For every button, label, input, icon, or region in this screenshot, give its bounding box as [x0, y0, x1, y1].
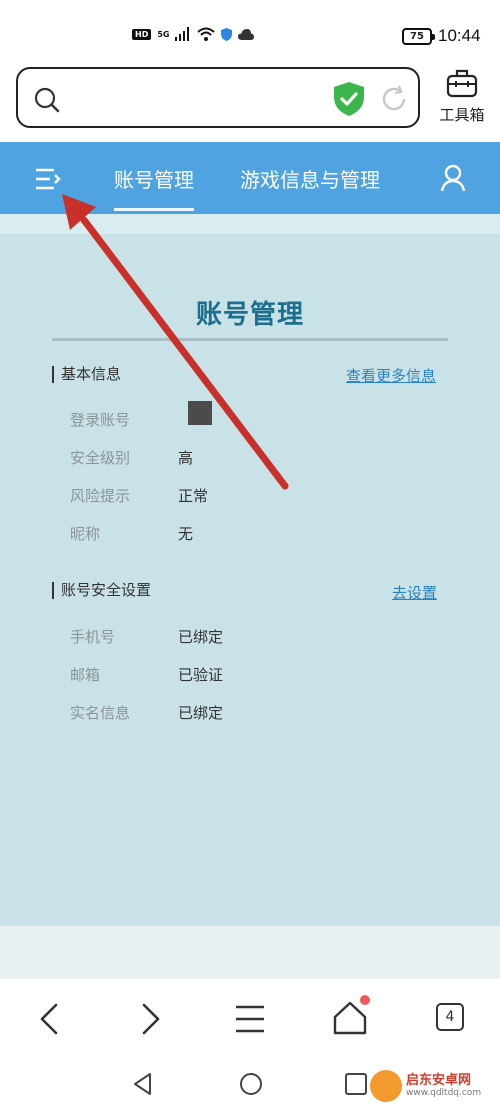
cloud-icon [238, 28, 255, 40]
security-level-value: 高 [178, 449, 194, 467]
row-label-nickname: 昵称 [70, 525, 101, 543]
row-label-login-account: 登录账号 [70, 411, 131, 429]
search-icon [34, 87, 60, 113]
site-nav-bar: 账号管理 游戏信息与管理 [0, 142, 500, 214]
watermark-name: 启东安卓网 [406, 1073, 472, 1088]
security-settings-heading: 账号安全设置 [52, 582, 151, 599]
page-title: 账号管理 [195, 300, 304, 330]
row-label-security-level: 安全级别 [70, 449, 131, 467]
realname-value: 已绑定 [178, 704, 224, 722]
risk-hint-value: 正常 [178, 487, 209, 505]
login-account-value-redacted [188, 401, 212, 425]
menu-icon[interactable] [34, 166, 62, 192]
row-label-email: 邮箱 [70, 666, 101, 684]
page-footer [0, 926, 500, 978]
system-back-icon[interactable] [130, 1070, 156, 1098]
user-icon[interactable] [440, 164, 466, 192]
wifi-icon [197, 27, 216, 41]
watermark: 启东安卓网 www.qdltdq.com [370, 1070, 481, 1102]
forward-icon[interactable] [128, 997, 172, 1041]
system-home-icon[interactable] [238, 1071, 264, 1097]
tab-count-button[interactable]: 4 [436, 1003, 464, 1031]
address-bar[interactable] [16, 67, 420, 128]
security-shield-icon[interactable] [332, 81, 366, 117]
signal-icon [175, 27, 190, 41]
phone-value: 已绑定 [178, 628, 224, 646]
toolbox-label: 工具箱 [439, 106, 485, 124]
status-icons: HD 5G [132, 27, 255, 41]
tab-game-info[interactable]: 游戏信息与管理 [240, 164, 380, 193]
email-value: 已验证 [178, 666, 224, 684]
go-settings-link[interactable]: 去设置 [392, 582, 437, 603]
browser-bottom-bar: 4 [0, 978, 500, 1058]
toolbox-button[interactable]: 工具箱 [434, 68, 490, 130]
system-recents-icon[interactable] [344, 1072, 368, 1096]
row-label-realname: 实名信息 [70, 704, 131, 722]
basic-info-heading: 基本信息 [52, 366, 121, 383]
row-label-risk-hint: 风险提示 [70, 487, 131, 505]
refresh-icon[interactable] [378, 83, 410, 115]
tab-account-management[interactable]: 账号管理 [114, 164, 194, 211]
watermark-logo-icon [370, 1070, 402, 1102]
menu-lines-icon[interactable] [228, 997, 272, 1041]
watermark-url: www.qdltdq.com [406, 1088, 482, 1098]
back-icon[interactable] [28, 997, 72, 1041]
status-bar: HD 5G 75 10:44 [0, 0, 500, 62]
view-more-info-link[interactable]: 查看更多信息 [346, 365, 436, 386]
address-input[interactable] [78, 83, 328, 115]
nickname-value: 无 [178, 525, 194, 543]
status-clock: 10:44 [438, 26, 481, 45]
toolbox-icon [446, 69, 478, 98]
hd-badge: HD [132, 28, 152, 40]
vpn-shield-icon [221, 27, 233, 41]
notification-dot [360, 995, 370, 1005]
network-label: 5G [157, 29, 170, 39]
battery-indicator: 75 [402, 28, 435, 45]
title-divider [52, 338, 448, 341]
row-label-phone: 手机号 [70, 628, 116, 646]
